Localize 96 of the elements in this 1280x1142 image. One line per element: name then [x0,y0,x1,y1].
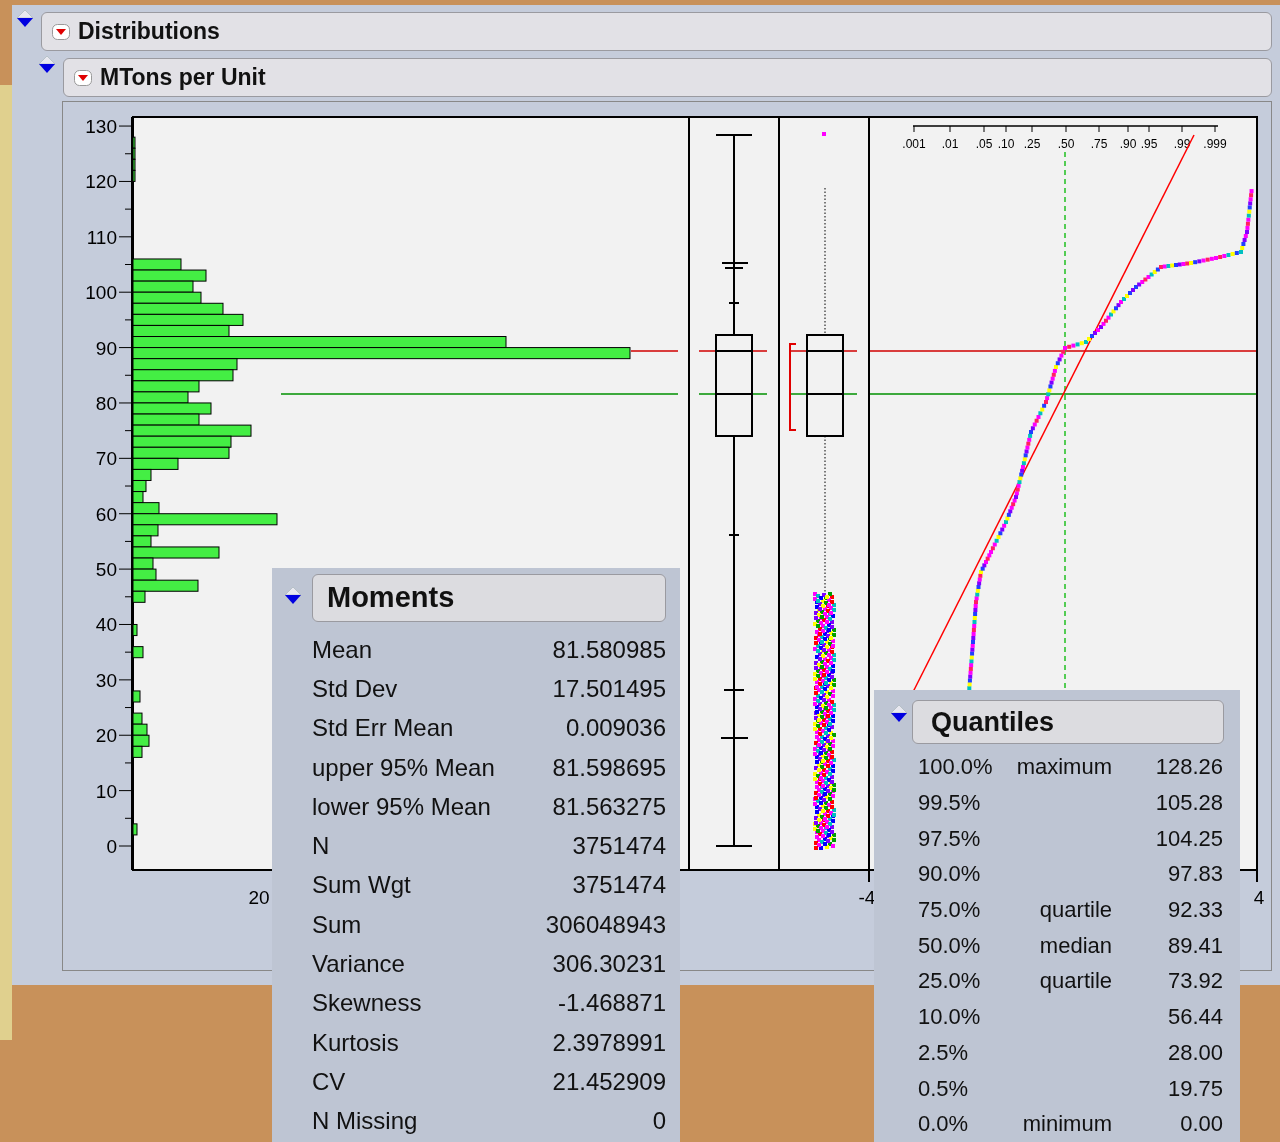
dropdown-icon[interactable] [74,69,92,86]
quantile-label: quartile [1039,896,1112,925]
stat-label: Sum Wgt [312,870,411,901]
quantile-percent: 97.5% [918,824,982,853]
axis-label: -4 [858,887,876,908]
stat-label: Skewness [312,988,422,1019]
quantile-value: 92.33 [1166,896,1223,925]
stat-value: -1.468871 [557,988,666,1019]
axis-label: 60 [95,503,117,525]
stat-label: lower 95% Mean [312,791,491,822]
quantile-value: 0.00 [1179,1110,1223,1139]
axis-label: .05 [975,137,993,151]
stat-label: Std Err Mean [312,713,454,744]
axis-label: 90 [95,337,117,359]
expand-triangle-icon[interactable] [890,704,908,724]
axis-label: 100 [85,282,117,304]
axis-label: .90 [1119,137,1137,151]
stat-value: 0 [652,1106,666,1137]
axis-label: .001 [902,137,926,151]
stat-value: 306048943 [545,909,666,940]
quantile-percent: 2.5% [918,1038,970,1067]
stat-label: CV [312,1066,346,1097]
axis-label: 50 [95,559,117,581]
quantile-value: 56.44 [1166,1003,1223,1032]
quantile-value: 97.83 [1166,860,1223,889]
stat-value: 3751474 [572,870,666,901]
axis-label: .01 [941,137,959,151]
quantile-percent: 100.0% [918,753,994,782]
quantile-label: quartile [1039,967,1112,996]
quantile-value: 104.25 [1154,824,1223,853]
section-header[interactable]: MTons per Unit [63,58,1272,97]
quantile-value: 128.26 [1154,753,1223,782]
axis-label: 70 [95,448,117,470]
section-title: Moments [327,580,455,616]
stat-value: 2.3978991 [552,1027,666,1058]
stat-label: Sum [312,909,362,940]
quantile-percent: 50.0% [918,931,982,960]
axis-label: 120 [85,171,117,193]
section-header[interactable]: Distributions [41,12,1272,51]
quantile-percent: 90.0% [918,860,982,889]
section-header[interactable]: Moments [312,574,666,622]
quantile-value: 19.75 [1166,1074,1223,1103]
axis-label: 4 [1253,887,1265,908]
axis-label: .25 [1023,137,1041,151]
stat-label: N [312,831,330,862]
stat-label: Std Dev [312,673,398,704]
axis-label: 10 [95,780,117,802]
stat-value: 21.452909 [552,1066,666,1097]
quantile-percent: 0.0% [918,1110,970,1139]
section-title: MTons per Unit [100,63,266,93]
stat-label: upper 95% Mean [312,752,495,783]
expand-triangle-icon[interactable] [284,586,302,606]
axis-label: 80 [95,392,117,414]
quantile-percent: 25.0% [918,967,982,996]
section-title: Distributions [78,17,220,47]
quantile-label: median [1039,931,1112,960]
axis-label: 20 [95,725,117,747]
axis-label: 40 [95,614,117,636]
axis-label: 30 [95,669,117,691]
stat-label: Variance [312,949,405,979]
axis-label: .999 [1203,137,1227,151]
quantile-label: minimum [1022,1110,1112,1139]
axis-label: .95 [1140,137,1158,151]
section-header[interactable]: Quantiles [912,700,1224,744]
stat-value: 0.009036 [565,713,666,744]
stat-label: N Missing [312,1106,418,1137]
quantile-percent: 99.5% [918,789,982,818]
axis-label: 0 [106,836,117,857]
quantile-value: 89.41 [1166,931,1223,960]
axis-label: 130 [85,116,117,138]
expand-triangle-icon[interactable] [16,9,34,29]
quantile-value: 105.28 [1154,789,1223,818]
axis-label: .10 [997,137,1015,151]
quantile-percent: 0.5% [918,1074,970,1103]
quantile-value: 28.00 [1166,1038,1223,1067]
stat-value: 3751474 [572,831,666,862]
stat-value: 81.580985 [552,634,666,665]
stat-value: 81.563275 [552,791,666,822]
stat-label: Kurtosis [312,1027,399,1058]
axis-label: 20 [248,887,270,908]
quantile-percent: 10.0% [918,1003,982,1032]
axis-label: .75 [1090,137,1108,151]
median-line [630,350,679,352]
quantile-label: maximum [1016,753,1112,782]
stat-value: 81.598695 [552,752,666,783]
dropdown-icon[interactable] [52,23,70,40]
quantile-percent: 75.0% [918,896,982,925]
axis-label: 110 [86,226,117,248]
expand-triangle-icon[interactable] [38,55,56,75]
section-title: Quantiles [931,705,1055,739]
stat-label: Mean [312,634,373,665]
stat-value: 17.501495 [552,673,666,704]
axis-label: .99 [1173,137,1191,151]
quantile-value: 73.92 [1166,967,1223,996]
stat-value: 306.30231 [552,949,666,979]
axis-label: .50 [1057,137,1075,151]
